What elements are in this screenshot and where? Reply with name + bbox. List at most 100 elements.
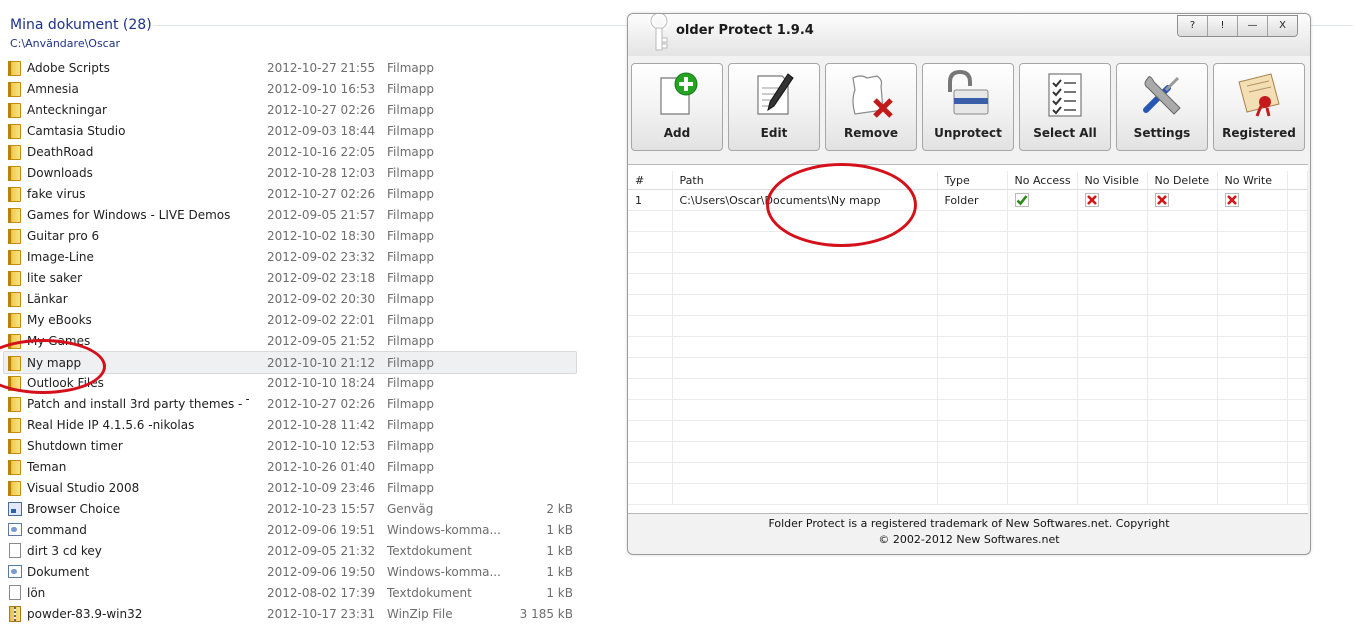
file-list-item[interactable]: My eBooks 2012-09-02 22:01 Filmapp <box>4 309 576 330</box>
empty-cell <box>1287 378 1308 400</box>
empty-cell <box>937 252 1008 274</box>
cross-icon[interactable] <box>1154 193 1169 207</box>
table-row[interactable]: 1 C:\Users\Oscar\Documents\Ny mapp Folder <box>628 189 1308 211</box>
folder-icon <box>8 165 21 181</box>
registered-button[interactable]: Registered <box>1213 63 1305 151</box>
file-list-item[interactable]: Downloads 2012-10-28 12:03 Filmapp <box>4 162 576 183</box>
empty-cell <box>628 210 673 232</box>
table-row[interactable] <box>628 294 1308 316</box>
add-icon <box>660 72 698 115</box>
cell-no-access[interactable] <box>1007 189 1078 211</box>
folder-icon <box>8 459 21 475</box>
file-type: Filmapp <box>387 166 434 180</box>
table-row[interactable] <box>628 273 1308 295</box>
checkmark-icon[interactable] <box>1014 193 1029 207</box>
table-row[interactable] <box>628 399 1308 421</box>
file-list-item[interactable]: Länkar 2012-09-02 20:30 Filmapp <box>4 288 576 309</box>
file-list-item[interactable]: Image-Line 2012-09-02 23:32 Filmapp <box>4 246 576 267</box>
empty-cell <box>1287 462 1308 484</box>
info-button[interactable]: ! <box>1207 16 1237 36</box>
table-row[interactable] <box>628 441 1308 463</box>
table-row[interactable] <box>628 462 1308 484</box>
cross-icon[interactable] <box>1224 193 1239 207</box>
column-header-type[interactable]: Type <box>937 171 1008 190</box>
column-header-no-write[interactable]: No Write <box>1217 171 1288 190</box>
minimize-button[interactable]: — <box>1237 16 1267 36</box>
library-path-link[interactable]: C:\Användare\Oscar <box>10 37 120 50</box>
cell-no-write[interactable] <box>1217 189 1288 211</box>
cross-icon[interactable] <box>1084 193 1099 207</box>
column-header-no-visible[interactable]: No Visible <box>1077 171 1148 190</box>
file-list-item[interactable]: Adobe Scripts 2012-10-27 21:55 Filmapp <box>4 57 576 78</box>
unprotect-button[interactable]: Unprotect <box>922 63 1014 151</box>
file-list-item[interactable]: Amnesia 2012-09-10 16:53 Filmapp <box>4 78 576 99</box>
empty-cell <box>1007 357 1078 379</box>
settings-button[interactable]: Settings <box>1116 63 1208 151</box>
edit-button[interactable]: Edit <box>728 63 820 151</box>
table-row[interactable] <box>628 378 1308 400</box>
cell-no-delete[interactable] <box>1147 189 1218 211</box>
empty-cell <box>937 273 1008 295</box>
empty-cell <box>1077 210 1148 232</box>
table-row[interactable] <box>628 483 1308 505</box>
file-name: Browser Choice <box>27 502 121 516</box>
empty-cell <box>1147 231 1218 253</box>
file-type: Filmapp <box>387 187 434 201</box>
column-header-no-access[interactable]: No Access <box>1007 171 1078 190</box>
table-row[interactable] <box>628 420 1308 442</box>
file-list-item[interactable]: Guitar pro 6 2012-10-02 18:30 Filmapp <box>4 225 576 246</box>
file-list-item[interactable]: DeathRoad 2012-10-16 22:05 Filmapp <box>4 141 576 162</box>
protected-items-grid: # Path Type No Access No Visible No Dele… <box>628 164 1308 514</box>
file-size: 2 kB <box>546 502 573 516</box>
table-row[interactable] <box>628 357 1308 379</box>
title-bar[interactable]: older Protect 1.9.4 ? ! — X <box>628 14 1310 56</box>
empty-cell <box>1147 462 1218 484</box>
file-type: Filmapp <box>387 124 434 138</box>
file-name: dirt 3 cd key <box>27 544 102 558</box>
empty-cell <box>1007 273 1078 295</box>
file-list-item[interactable]: Camtasia Studio 2012-09-03 18:44 Filmapp <box>4 120 576 141</box>
empty-cell <box>1287 294 1308 316</box>
window-title: older Protect 1.9.4 <box>676 23 814 38</box>
empty-cell <box>1077 294 1148 316</box>
empty-cell <box>937 210 1008 232</box>
file-name: lön <box>27 586 46 600</box>
file-list-item[interactable]: Dokument 2012-09-06 19:50 Windows-komma...… <box>4 561 576 582</box>
empty-cell <box>628 378 673 400</box>
column-header-no-delete[interactable]: No Delete <box>1147 171 1218 190</box>
file-list-item[interactable]: dirt 3 cd key 2012-09-05 21:32 Textdokumen… <box>4 540 576 561</box>
empty-cell <box>937 357 1008 379</box>
shortcut-icon <box>8 501 22 516</box>
file-list-item[interactable]: Patch and install 3rd party themes - The… <box>4 393 576 414</box>
table-row[interactable] <box>628 315 1308 337</box>
remove-button[interactable]: Remove <box>825 63 917 151</box>
add-label: Add <box>663 126 691 140</box>
file-list-item[interactable]: lite saker 2012-09-02 23:18 Filmapp <box>4 267 576 288</box>
file-list-item[interactable]: Real Hide IP 4.1.5.6 -nikolas 2012-10-28 … <box>4 414 576 435</box>
file-list-item[interactable]: Browser Choice 2012-10-23 15:57 Genväg 2 kB <box>4 498 576 519</box>
empty-cell <box>1007 462 1078 484</box>
file-name: fake virus <box>27 187 86 201</box>
file-list-item[interactable]: Shutdown timer 2012-10-10 12:53 Filmapp <box>4 435 576 456</box>
add-button[interactable]: Add <box>631 63 723 151</box>
file-name: Real Hide IP 4.1.5.6 -nikolas <box>27 418 195 432</box>
file-list-item[interactable]: Teman 2012-10-26 01:40 Filmapp <box>4 456 576 477</box>
file-list-item[interactable]: Anteckningar 2012-10-27 02:26 Filmapp <box>4 99 576 120</box>
file-list-item[interactable]: command 2012-09-06 19:51 Windows-komma... 1… <box>4 519 576 540</box>
select-all-button[interactable]: Select All <box>1019 63 1111 151</box>
table-row[interactable] <box>628 210 1308 232</box>
file-list-item[interactable]: Games for Windows - LIVE Demos 2012-09-05… <box>4 204 576 225</box>
table-row[interactable] <box>628 252 1308 274</box>
file-list-item[interactable]: Visual Studio 2008 2012-10-09 23:46 Filmap… <box>4 477 576 498</box>
file-date: 2012-10-27 02:26 <box>267 103 376 117</box>
file-name: DeathRoad <box>27 145 94 159</box>
file-size: 1 kB <box>546 565 573 579</box>
column-header-number[interactable]: # <box>628 171 673 190</box>
file-list-item[interactable]: fake virus 2012-10-27 02:26 Filmapp <box>4 183 576 204</box>
cell-no-visible[interactable] <box>1077 189 1148 211</box>
file-list-item[interactable]: lön 2012-08-02 17:39 Textdokument 1 kB <box>4 582 576 603</box>
help-button[interactable]: ? <box>1178 16 1207 36</box>
close-button[interactable]: X <box>1267 16 1297 36</box>
table-row[interactable] <box>628 231 1308 253</box>
table-row[interactable] <box>628 336 1308 358</box>
